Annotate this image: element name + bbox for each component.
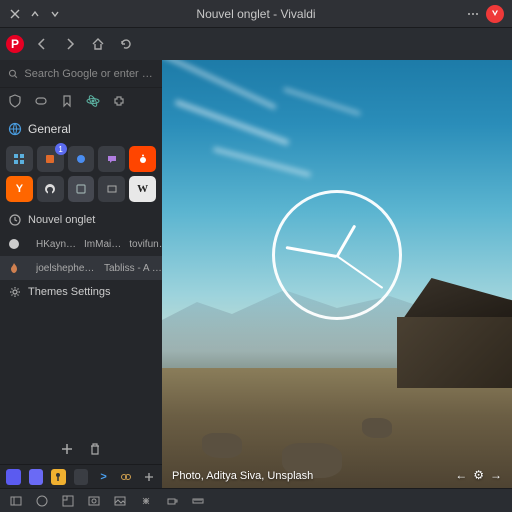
globe-icon — [8, 122, 22, 136]
forward-button[interactable] — [60, 34, 80, 54]
group-label: Nouvel onglet — [28, 214, 95, 226]
settings-bg-icon[interactable]: ⚙ — [473, 468, 484, 482]
sidebar-panel: Search Google or enter an a… General Y — [0, 60, 162, 488]
tile-site[interactable] — [98, 176, 125, 202]
address-bar[interactable]: Search Google or enter an a… — [0, 60, 162, 88]
shield-icon[interactable] — [8, 94, 24, 110]
sub-hkayn: HKayn… — [36, 239, 76, 250]
panel-icon-1[interactable] — [6, 469, 21, 485]
window-title: Nouvel onglet - Vivaldi — [196, 7, 315, 21]
address-placeholder: Search Google or enter an a… — [24, 68, 154, 80]
clock-second-hand — [337, 255, 384, 288]
sidebar-bottom-actions — [0, 434, 162, 464]
status-bar — [0, 488, 512, 512]
panel-icon-2[interactable] — [29, 469, 44, 485]
status-break-icon[interactable] — [164, 493, 180, 509]
tile-ycombinator[interactable]: Y — [6, 176, 33, 202]
photo-credit: Photo, Aditya Siva, Unsplash — [172, 470, 313, 482]
status-tiling-icon[interactable] — [86, 493, 102, 509]
tile-office[interactable] — [37, 146, 64, 172]
tile-messenger[interactable] — [68, 146, 95, 172]
clock-minute-hand — [286, 246, 338, 258]
page-content: Photo, Aditya Siva, Unsplash ← ⚙ → — [162, 60, 512, 488]
vivaldi-menu-icon[interactable] — [486, 5, 504, 23]
panel-icon-3[interactable] — [51, 469, 66, 485]
home-button[interactable] — [88, 34, 108, 54]
reload-button[interactable] — [116, 34, 136, 54]
group-nouvel-onglet[interactable]: Nouvel onglet — [0, 208, 162, 232]
tile-wikipedia[interactable]: W — [129, 176, 156, 202]
window-chevron-up-icon[interactable] — [28, 7, 42, 21]
sub-tabliss: Tabliss - A b… — [104, 263, 164, 274]
tile-github[interactable] — [37, 176, 64, 202]
back-button[interactable] — [32, 34, 52, 54]
window-close-icon[interactable] — [8, 7, 22, 21]
clock-icon — [8, 213, 22, 227]
navigation-toolbar: P — [0, 28, 512, 60]
sub-immai: ImMai… — [84, 239, 121, 250]
panel-icon-4[interactable] — [74, 469, 89, 485]
titlebar: Nouvel onglet - Vivaldi — [0, 0, 512, 28]
status-panel-toggle-icon[interactable] — [8, 493, 24, 509]
gear-icon — [8, 285, 22, 299]
item-themes-settings[interactable]: Themes Settings — [0, 280, 162, 304]
panel-icon-5[interactable]: > — [96, 469, 111, 485]
window-chevron-down-icon[interactable] — [48, 7, 62, 21]
panel-toolbar — [0, 88, 162, 116]
status-images-icon[interactable] — [112, 493, 128, 509]
atom-icon[interactable] — [86, 94, 102, 110]
pinterest-tab-icon[interactable]: P — [6, 35, 24, 53]
tile-windows[interactable] — [6, 146, 33, 172]
status-capture-icon[interactable] — [60, 493, 76, 509]
panel-add-icon[interactable] — [141, 469, 156, 485]
page-controls: ← ⚙ → — [455, 468, 502, 482]
fire-icon — [8, 261, 20, 275]
more-icon[interactable] — [466, 7, 480, 21]
panel-strip: > — [0, 464, 162, 488]
group-subitems-row[interactable]: HKayn… ImMai… tovifun… — [0, 232, 162, 256]
tile-app[interactable] — [68, 176, 95, 202]
tile-chat[interactable] — [98, 146, 125, 172]
panel-icon-6[interactable] — [119, 469, 134, 485]
extensions-icon[interactable] — [112, 94, 128, 110]
search-icon — [8, 68, 18, 80]
general-section-label: General — [28, 122, 71, 136]
analog-clock — [272, 190, 402, 320]
trash-button[interactable] — [88, 442, 102, 456]
clock-hour-hand — [336, 225, 357, 258]
sub-joelshepher: joelshepher… — [36, 263, 96, 274]
tile-reddit[interactable] — [129, 146, 156, 172]
status-actions-icon[interactable] — [138, 493, 154, 509]
github-fav-icon — [8, 237, 20, 251]
prev-bg-button[interactable]: ← — [455, 468, 467, 482]
status-ruler-icon[interactable] — [190, 493, 206, 509]
add-button[interactable] — [60, 442, 74, 456]
controller-icon[interactable] — [34, 94, 50, 110]
status-sync-icon[interactable] — [34, 493, 50, 509]
speed-dial-tiles: Y W — [0, 142, 162, 206]
next-bg-button[interactable]: → — [490, 468, 502, 482]
general-section-header[interactable]: General — [0, 116, 162, 142]
item-tabliss[interactable]: joelshepher… Tabliss - A b… — [0, 256, 162, 280]
themes-settings-label: Themes Settings — [28, 286, 111, 298]
bookmark-toolbar-icon[interactable] — [60, 94, 76, 110]
